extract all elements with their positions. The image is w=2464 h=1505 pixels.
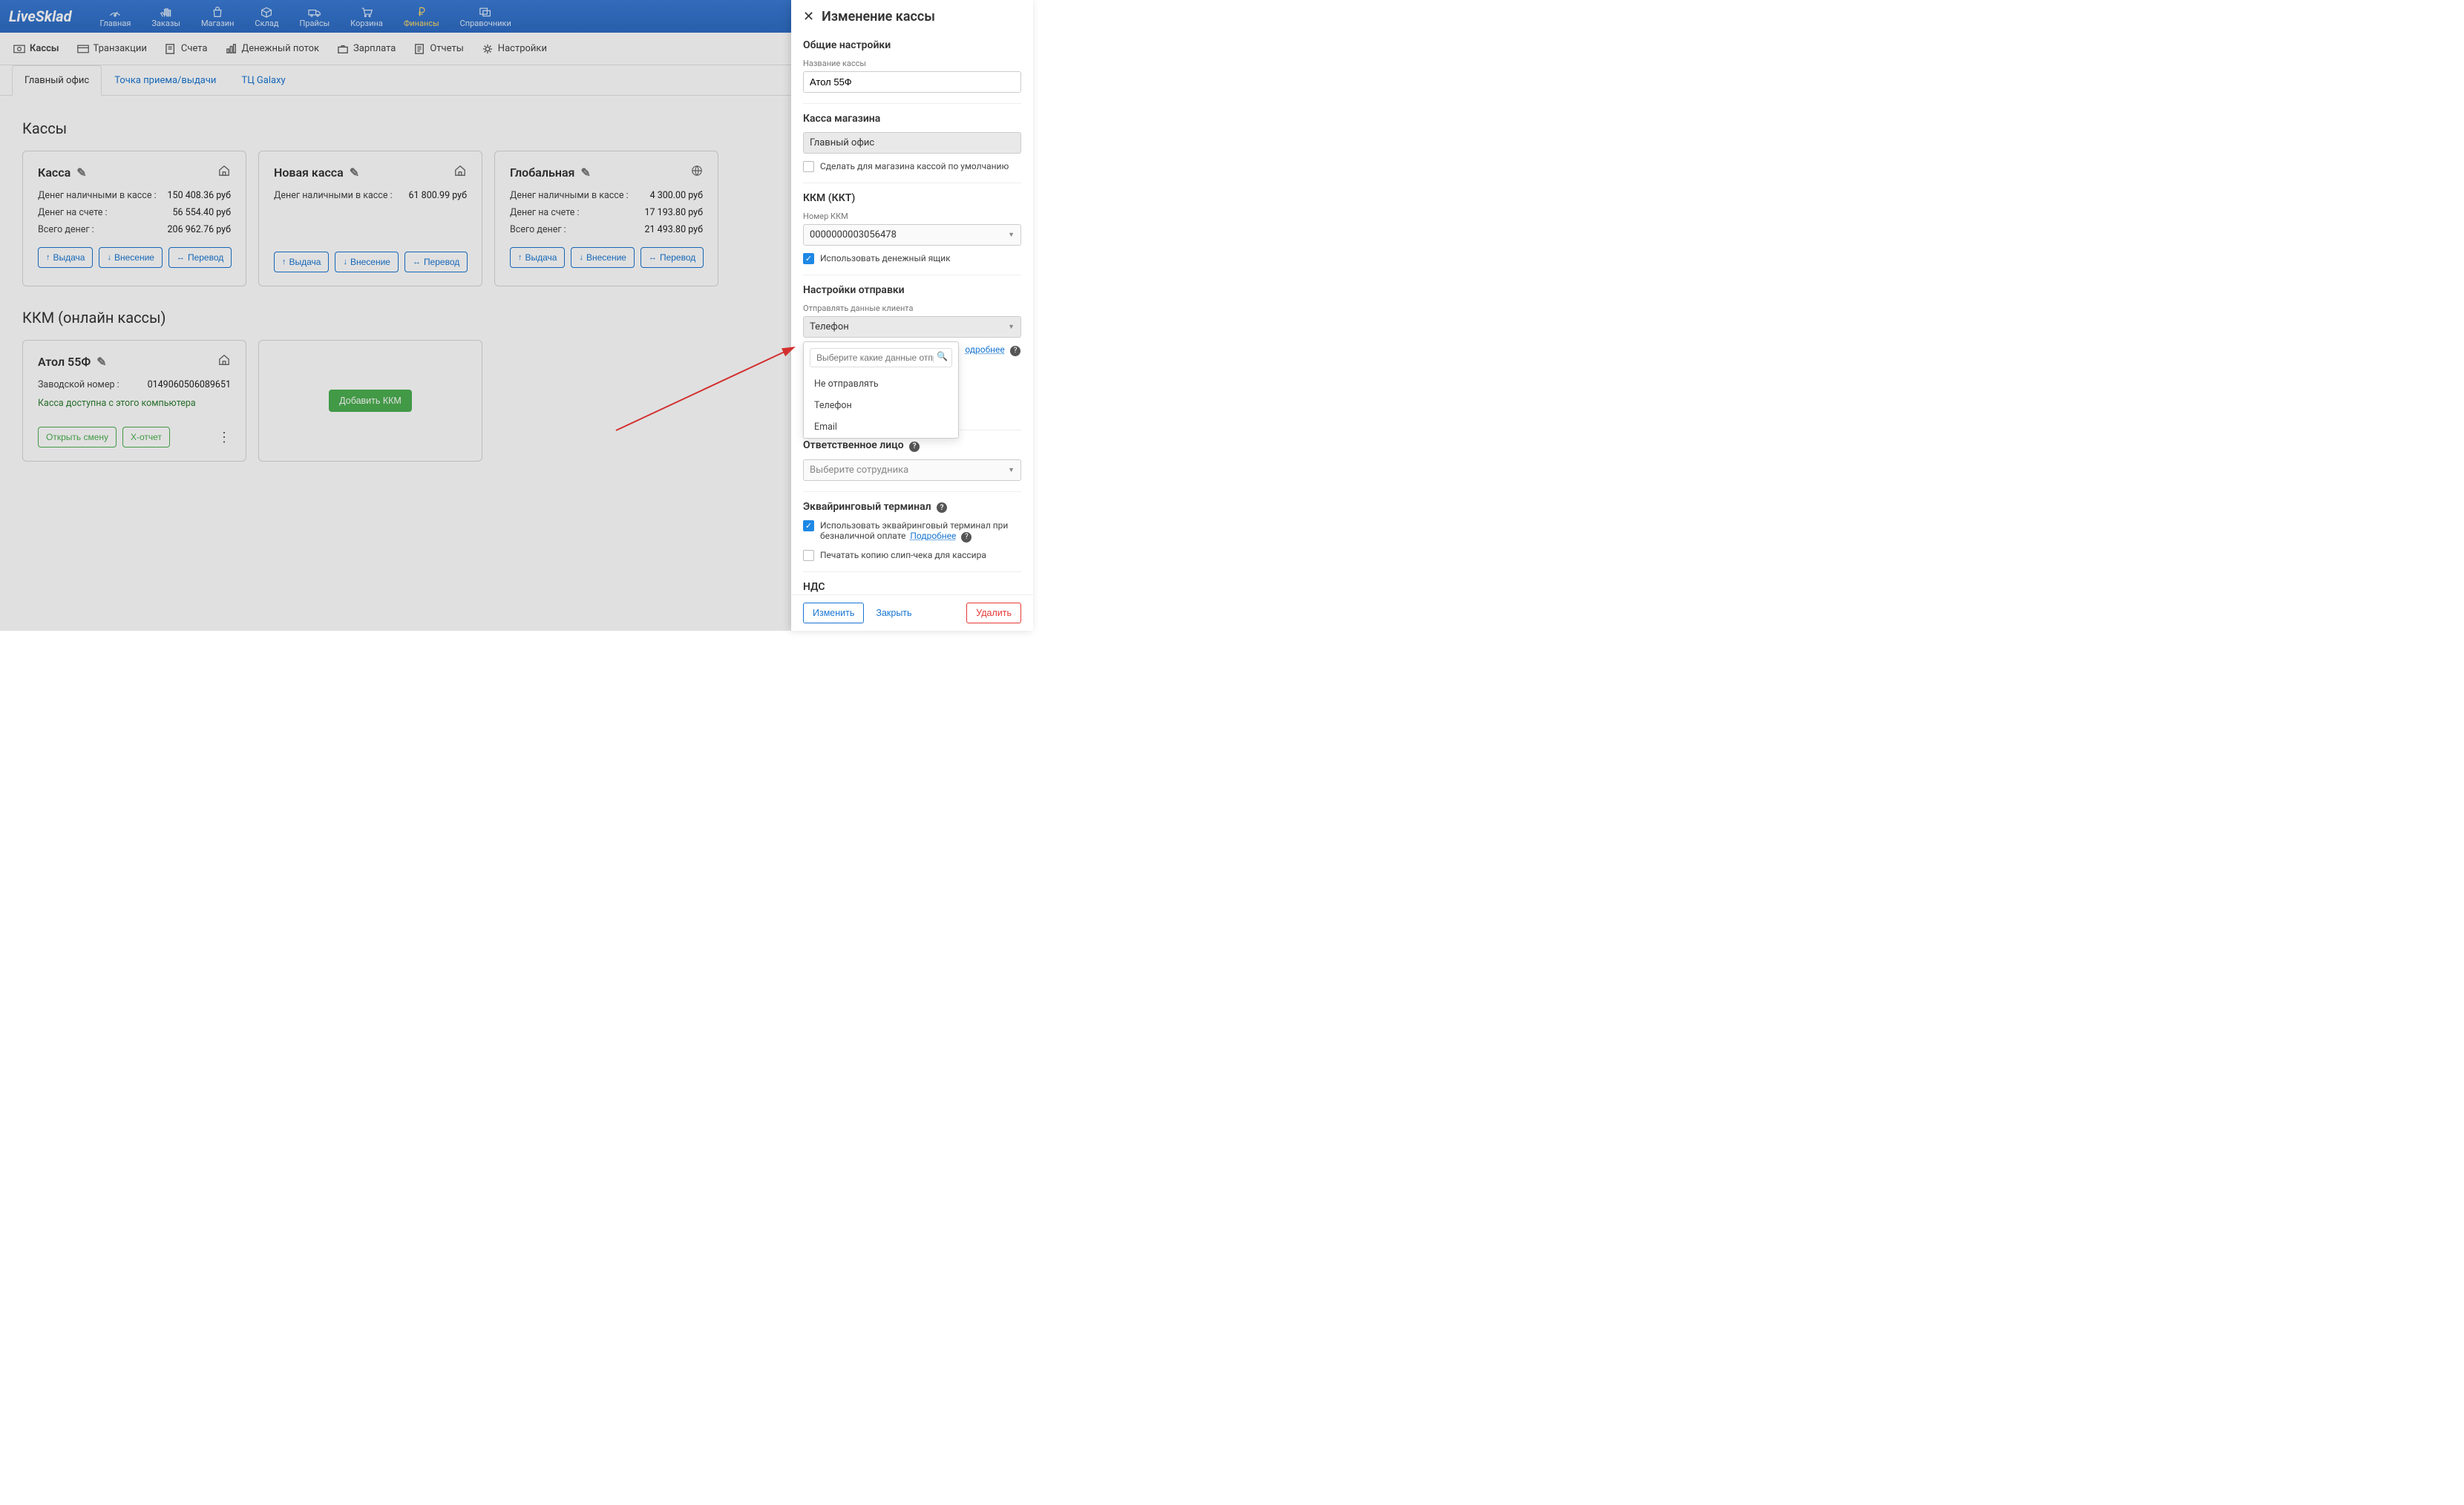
- help-icon: ?: [909, 442, 920, 452]
- send-label: Отправлять данные клиента: [803, 304, 1021, 313]
- send-dropdown: 🔍 Не отправлять Телефон Email: [803, 341, 959, 439]
- section-vat: НДС: [803, 571, 1021, 593]
- save-button[interactable]: Изменить: [803, 603, 864, 623]
- search-icon: 🔍: [937, 351, 948, 361]
- section-kkm: ККМ (ККТ): [803, 183, 1021, 204]
- help-icon: ?: [1010, 346, 1020, 356]
- name-label: Название кассы: [803, 59, 1021, 68]
- section-sending: Настройки отправки: [803, 275, 1021, 296]
- drawer-checkbox-label: Использовать денежный ящик: [820, 253, 951, 263]
- dropdown-option[interactable]: Не отправлять: [804, 373, 958, 395]
- name-input[interactable]: [803, 71, 1021, 93]
- dropdown-option[interactable]: Телефон: [804, 395, 958, 416]
- section-acquiring: Эквайринговый терминал ?: [803, 491, 1021, 514]
- help-icon: ?: [937, 502, 947, 513]
- chevron-down-icon: ▼: [1008, 231, 1015, 239]
- acquiring-checkbox-label: Использовать эквайринговый терминал при …: [820, 520, 1021, 542]
- slip-checkbox[interactable]: [803, 550, 814, 561]
- send-select[interactable]: Телефон ▼: [803, 316, 1021, 338]
- dropdown-search-input[interactable]: [810, 348, 952, 367]
- chevron-down-icon: ▼: [1008, 323, 1015, 331]
- default-checkbox-label: Сделать для магазина кассой по умолчанию: [820, 161, 1009, 171]
- acquiring-checkbox[interactable]: [803, 520, 814, 531]
- dropdown-option[interactable]: Email: [804, 416, 958, 438]
- kkm-num-select[interactable]: 0000000003056478 ▼: [803, 224, 1021, 246]
- drawer-checkbox[interactable]: [803, 253, 814, 264]
- help-icon: ?: [961, 532, 971, 542]
- edit-cashbox-panel: ✕ Изменение кассы Общие настройки Назван…: [791, 0, 1033, 631]
- panel-footer: Изменить Закрыть Удалить: [791, 594, 1033, 631]
- kkm-num-label: Номер ККМ: [803, 212, 1021, 221]
- delete-button[interactable]: Удалить: [966, 603, 1021, 623]
- responsible-select[interactable]: Выберите сотрудника ▼: [803, 459, 1021, 481]
- close-icon[interactable]: ✕: [803, 9, 814, 24]
- slip-checkbox-label: Печатать копию слип-чека для кассира: [820, 550, 986, 560]
- store-select[interactable]: Главный офис: [803, 132, 1021, 154]
- chevron-down-icon: ▼: [1008, 466, 1015, 474]
- more-link-partial[interactable]: одробнее ?: [963, 344, 1022, 356]
- acquiring-more-link[interactable]: Подробнее: [910, 531, 956, 541]
- close-button[interactable]: Закрыть: [876, 608, 911, 618]
- section-general: Общие настройки: [803, 39, 1021, 51]
- section-store: Касса магазина: [803, 103, 1021, 125]
- panel-title: Изменение кассы: [822, 9, 935, 24]
- default-checkbox[interactable]: [803, 161, 814, 172]
